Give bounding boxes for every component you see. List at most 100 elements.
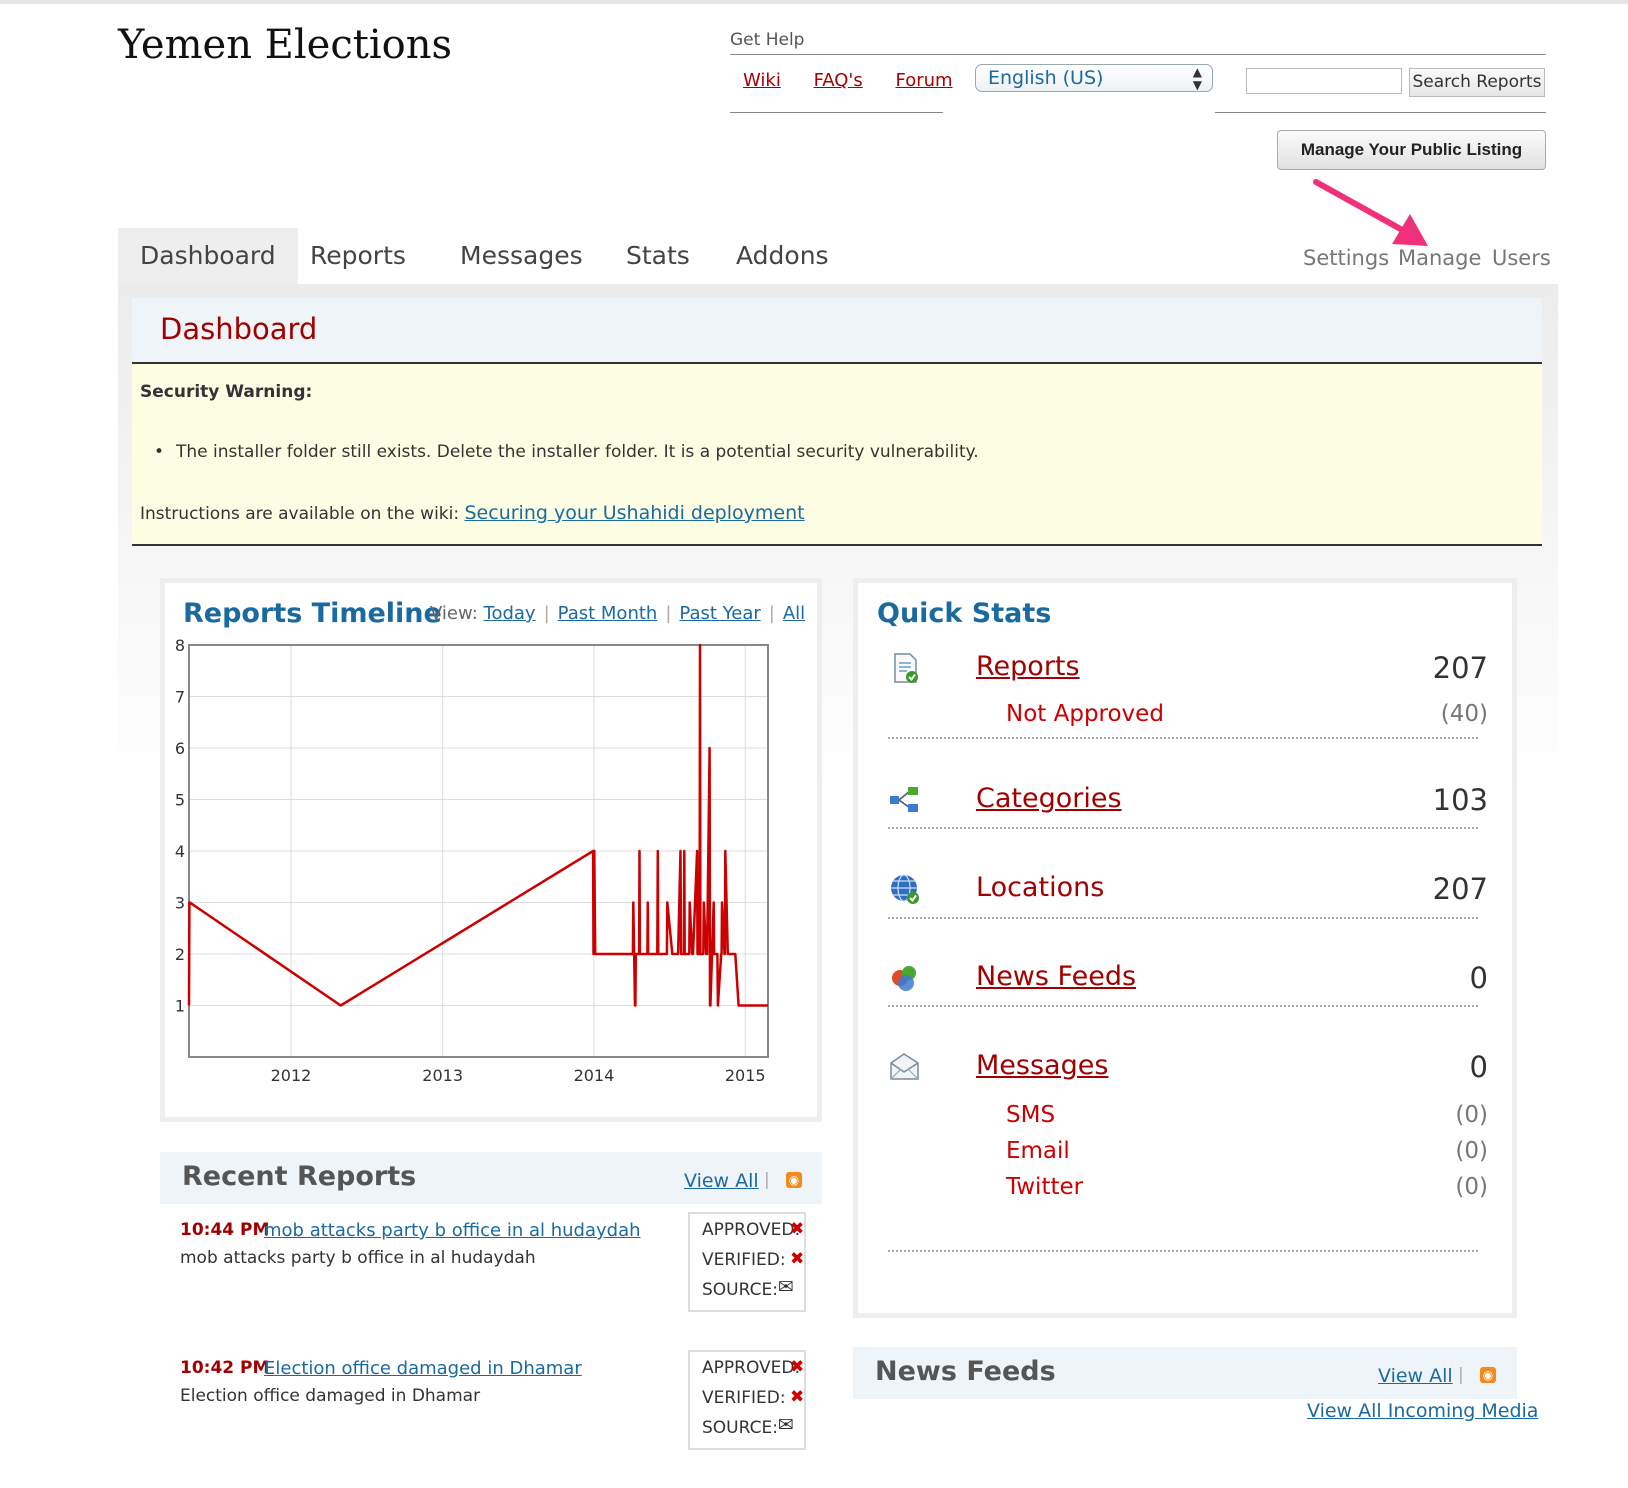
report-title-link[interactable]: Election office damaged in Dhamar (264, 1358, 582, 1379)
stat-locations-label: Locations (976, 872, 1105, 903)
mail-icon: ✉ (778, 1414, 794, 1436)
stat-messages-link[interactable]: Messages (976, 1050, 1108, 1081)
page-title: Dashboard (160, 312, 318, 346)
view-today-link[interactable]: Today (484, 603, 536, 624)
chart-x-tick-label: 2014 (574, 1066, 615, 1085)
securing-deployment-link[interactable]: Securing your Ushahidi deployment (465, 502, 805, 524)
report-title-link[interactable]: mob attacks party b office in al hudayda… (264, 1220, 641, 1241)
globe-icon (891, 874, 919, 904)
stats-divider (888, 1005, 1478, 1007)
x-mark-icon: ✖ (790, 1387, 805, 1407)
report-description: Election office damaged in Dhamar (180, 1386, 481, 1406)
tab-stats[interactable]: Stats (604, 228, 712, 284)
faq-link[interactable]: FAQ's (814, 70, 863, 91)
reports-timeline-panel: Reports Timeline View: Today | Past Month |… (160, 578, 822, 1122)
stats-divider (888, 827, 1478, 829)
report-time: 10:44 PM (180, 1220, 270, 1240)
stat-reports-link[interactable]: Reports (976, 651, 1080, 682)
view-separator: | (768, 603, 775, 624)
report-time: 10:42 PM (180, 1358, 270, 1378)
view-separator: | (543, 603, 550, 624)
security-instructions-text: Instructions are available on the wiki: (140, 504, 460, 524)
recent-reports-header: Recent Reports View All | ◉ (160, 1152, 822, 1204)
stats-divider (888, 917, 1478, 919)
security-instructions: Instructions are available on the wiki: … (140, 502, 805, 524)
main-nav: Dashboard Reports Messages Stats Addons … (118, 228, 1558, 284)
help-links: Wiki FAQ's Forum (743, 70, 980, 91)
search-reports-button[interactable]: Search Reports (1409, 68, 1545, 97)
help-divider-right (1215, 112, 1546, 113)
stat-news-feeds-value: 0 (1469, 961, 1488, 995)
chart-y-tick-label: 1 (175, 997, 185, 1016)
news-feeds-view-all-link[interactable]: View All (1378, 1365, 1453, 1387)
rss-icon[interactable]: ◉ (786, 1172, 802, 1188)
rss-icon[interactable]: ◉ (1480, 1367, 1496, 1383)
message-email-value: (0) (1455, 1138, 1488, 1164)
message-twitter-label: Twitter (1006, 1174, 1084, 1200)
language-select-value: English (US) (988, 67, 1104, 89)
chart-y-tick-label: 7 (175, 688, 185, 707)
verified-label: VERIFIED: (702, 1388, 786, 1408)
forum-link[interactable]: Forum (896, 70, 953, 91)
tab-dashboard[interactable]: Dashboard (118, 228, 298, 284)
chart-y-tick-label: 6 (175, 739, 185, 758)
security-warning-title: Security Warning: (140, 382, 313, 402)
view-label: View: (430, 603, 478, 624)
stats-divider (888, 1250, 1478, 1252)
not-approved-value: (40) (1440, 701, 1488, 727)
language-select[interactable]: English (US) ▲ ▼ (975, 64, 1213, 92)
stats-divider (888, 737, 1478, 739)
news-feeds-header: News Feeds View All | ◉ (853, 1347, 1517, 1399)
view-past-year-link[interactable]: Past Year (679, 603, 760, 624)
site-title: Yemen Elections (118, 22, 452, 68)
mail-icon: ✉ (778, 1276, 794, 1298)
select-arrows-icon: ▲ ▼ (1192, 65, 1202, 92)
recent-reports-view-all-link[interactable]: View All (684, 1170, 759, 1192)
get-help-label: Get Help (730, 30, 805, 50)
stat-messages-value: 0 (1469, 1050, 1488, 1084)
quick-stats-panel: Quick Stats Reports 207 Not Approved (40… (853, 578, 1517, 1318)
help-divider (730, 54, 1546, 55)
news-feeds-icon (892, 966, 916, 991)
security-warning-box: Security Warning: • The installer folder… (132, 364, 1542, 546)
x-mark-icon: ✖ (790, 1249, 805, 1269)
chart-y-tick-label: 4 (175, 842, 185, 861)
report-description: mob attacks party b office in al hudayda… (180, 1248, 536, 1268)
view-separator: | (665, 603, 672, 624)
chart-y-tick-label: 8 (175, 636, 185, 655)
approved-label: APPROVED: (702, 1358, 801, 1378)
chart-y-tick-label: 3 (175, 894, 185, 913)
stat-categories-link[interactable]: Categories (976, 783, 1122, 814)
nav-manage[interactable]: Manage (1398, 246, 1481, 270)
verified-label: VERIFIED: (702, 1250, 786, 1270)
nav-settings[interactable]: Settings (1303, 246, 1389, 270)
view-all-link[interactable]: All (783, 603, 805, 624)
security-warning-item: • The installer folder still exists. Del… (154, 442, 979, 462)
wiki-link[interactable]: Wiki (743, 70, 781, 91)
tab-addons[interactable]: Addons (714, 228, 851, 284)
chart-y-tick-label: 5 (175, 791, 185, 810)
quick-stats-title: Quick Stats (877, 598, 1052, 629)
message-sms-value: (0) (1455, 1102, 1488, 1128)
search-input[interactable] (1246, 68, 1402, 94)
report-icon (894, 653, 918, 683)
view-all-incoming-media-link[interactable]: View All Incoming Media (1307, 1400, 1538, 1422)
envelope-icon (890, 1053, 919, 1080)
recent-reports-title: Recent Reports (182, 1161, 417, 1192)
chart-y-tick-label: 2 (175, 945, 185, 964)
source-label: SOURCE: (702, 1418, 778, 1438)
stat-reports-value: 207 (1432, 651, 1488, 685)
tab-reports[interactable]: Reports (288, 228, 428, 284)
news-feeds-separator: | (1458, 1365, 1464, 1385)
top-border (0, 0, 1628, 4)
manage-public-listing-button[interactable]: Manage Your Public Listing (1277, 130, 1546, 170)
message-email-label: Email (1006, 1138, 1070, 1164)
categories-icon (890, 787, 918, 812)
stat-news-feeds-link[interactable]: News Feeds (976, 961, 1136, 992)
chart-x-tick-label: 2013 (422, 1066, 463, 1085)
tab-messages[interactable]: Messages (438, 228, 605, 284)
approved-label: APPROVED: (702, 1220, 801, 1240)
view-past-month-link[interactable]: Past Month (558, 603, 658, 624)
recent-reports-separator: | (764, 1170, 770, 1190)
nav-users[interactable]: Users (1492, 246, 1551, 270)
